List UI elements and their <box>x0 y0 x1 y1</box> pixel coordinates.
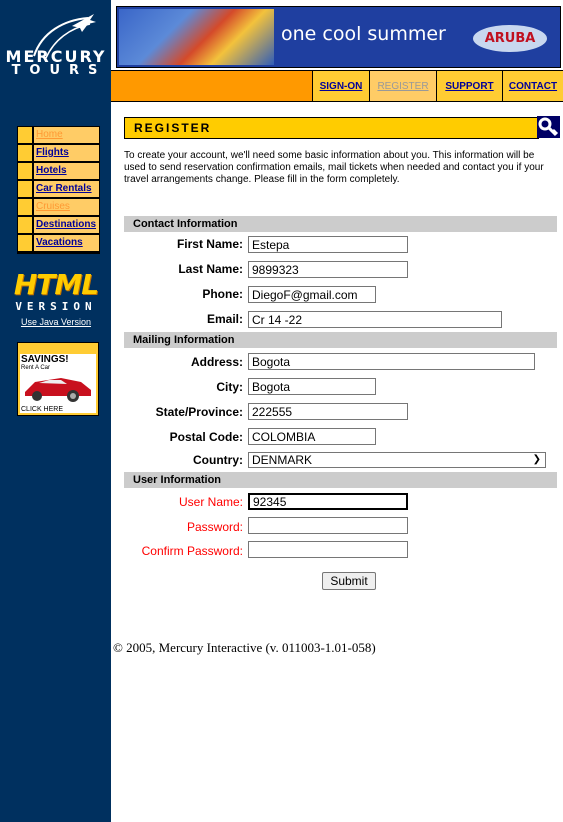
confirm-password-label: Confirm Password: <box>141 544 243 558</box>
last-name-input[interactable] <box>248 261 408 278</box>
address-label: Address: <box>190 355 243 369</box>
nav-link-destinations[interactable]: Destinations <box>34 217 99 233</box>
first-name-label: First Name: <box>176 237 243 251</box>
nav-hotels: Hotels <box>17 163 100 179</box>
state-label: State/Province: <box>155 405 243 419</box>
nav-link-home[interactable]: Home <box>34 127 99 143</box>
phone-input[interactable] <box>248 286 376 303</box>
menu-register[interactable]: REGISTER <box>369 71 436 101</box>
top-menu-bar: SIGN-ON REGISTER SUPPORT CONTACT <box>111 70 563 102</box>
page-title-bar: REGISTER <box>124 117 539 139</box>
key-icon-box <box>537 116 560 138</box>
car-icon <box>25 378 91 402</box>
nav-link-vacations[interactable]: Vacations <box>34 235 99 251</box>
page-title: REGISTER <box>134 121 212 135</box>
username-input[interactable] <box>248 493 408 510</box>
html-version-title: HTML <box>13 268 99 301</box>
nav-vacations: Vacations <box>17 235 100 251</box>
menu-contact[interactable]: CONTACT <box>502 71 563 101</box>
mailing-info-header: Mailing Information <box>124 332 557 348</box>
state-input[interactable] <box>248 403 408 420</box>
menu-sign-on[interactable]: SIGN-ON <box>312 71 369 101</box>
country-select[interactable]: DENMARK ❯ <box>248 452 546 468</box>
banner-ad[interactable]: one cool summer ARUBA <box>116 6 561 68</box>
html-version-badge: HTML VERSION Use Java Version <box>6 270 106 328</box>
logo-line1: MERCURY <box>5 47 107 66</box>
country-label: Country: <box>193 453 243 467</box>
nav-cruises: Cruises <box>17 199 100 215</box>
key-icon <box>538 117 559 137</box>
banner-photo <box>119 9 274 65</box>
use-java-version-link[interactable]: Use Java Version <box>21 317 91 327</box>
email-label: Email: <box>206 312 243 326</box>
city-label: City: <box>216 380 243 394</box>
nav-link-flights[interactable]: Flights <box>34 145 99 161</box>
mercury-tours-logo: MERCURY TOURS <box>4 47 108 78</box>
password-input[interactable] <box>248 517 408 534</box>
contact-info-header: Contact Information <box>124 216 557 232</box>
city-input[interactable] <box>248 378 376 395</box>
html-version-subtitle: VERSION <box>15 300 97 313</box>
rent-a-car-ad[interactable]: SAVINGS! Rent A Car CLICK HERE <box>17 342 99 416</box>
user-info-header: User Information <box>124 472 557 488</box>
left-sidebar: MERCURY TOURS Home Flights Hotels Car Re… <box>0 0 111 822</box>
menu-support[interactable]: SUPPORT <box>436 71 502 101</box>
nav-car-rentals: Car Rentals <box>17 181 100 197</box>
intro-text: To create your account, we'll need some … <box>124 150 544 185</box>
ad-title: SAVINGS! <box>21 354 69 365</box>
ad-cta: CLICK HERE <box>21 406 64 413</box>
nav-link-car-rentals[interactable]: Car Rentals <box>34 181 99 197</box>
nav-flights: Flights <box>17 145 100 161</box>
address-input[interactable] <box>248 353 535 370</box>
nav-link-hotels[interactable]: Hotels <box>34 163 99 179</box>
chevron-down-icon: ❯ <box>532 454 541 465</box>
confirm-password-input[interactable] <box>248 541 408 558</box>
submit-button[interactable]: Submit <box>322 572 376 590</box>
banner-headline: one cool summer <box>281 23 446 45</box>
footer-copyright: © 2005, Mercury Interactive (v. 011003-1… <box>113 640 376 655</box>
first-name-input[interactable] <box>248 236 408 253</box>
aruba-logo: ARUBA <box>473 25 547 52</box>
password-label: Password: <box>186 520 243 534</box>
side-nav: Home Flights Hotels Car Rentals Cruises … <box>17 126 100 254</box>
username-label: User Name: <box>178 495 243 509</box>
last-name-label: Last Name: <box>178 262 243 276</box>
email-input[interactable] <box>248 311 502 328</box>
nav-destinations: Destinations <box>17 217 100 233</box>
logo-line2: TOURS <box>11 63 107 78</box>
nav-home: Home <box>17 127 100 143</box>
phone-label: Phone: <box>202 287 243 301</box>
country-selected-value: DENMARK <box>252 453 313 467</box>
postal-code-input[interactable] <box>248 428 376 445</box>
nav-link-cruises[interactable]: Cruises <box>34 199 99 215</box>
postal-code-label: Postal Code: <box>169 430 243 444</box>
ad-panel: SAVINGS! Rent A Car CLICK HERE <box>20 354 96 413</box>
